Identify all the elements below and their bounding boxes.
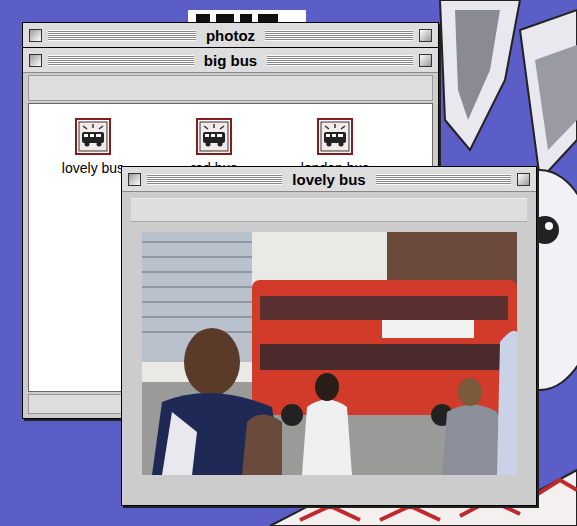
folder-header <box>28 75 433 101</box>
window-title: lovely bus <box>288 171 369 188</box>
viewer-body <box>122 192 536 505</box>
title-bar[interactable]: lovely bus <box>122 167 536 192</box>
lovely-bus-window[interactable]: lovely bus <box>121 166 537 506</box>
close-box[interactable] <box>128 173 141 186</box>
zoom-box[interactable] <box>419 29 432 42</box>
window-title: big bus <box>200 52 261 69</box>
bus-photo <box>142 232 517 475</box>
zoom-box[interactable] <box>517 173 530 186</box>
title-bar[interactable]: photoz <box>23 23 438 48</box>
window-title: photoz <box>202 27 259 44</box>
zoom-box[interactable] <box>419 54 432 67</box>
bus-photo-icon <box>196 118 232 155</box>
close-box[interactable] <box>29 29 42 42</box>
desktop: photoz big bus lovely bus red bus london… <box>0 0 577 526</box>
title-bar[interactable]: big bus <box>23 48 438 73</box>
file-label: lovely bus <box>62 160 124 176</box>
close-box[interactable] <box>29 54 42 67</box>
bus-photo-icon <box>75 118 111 155</box>
bus-photo-icon <box>317 118 353 155</box>
